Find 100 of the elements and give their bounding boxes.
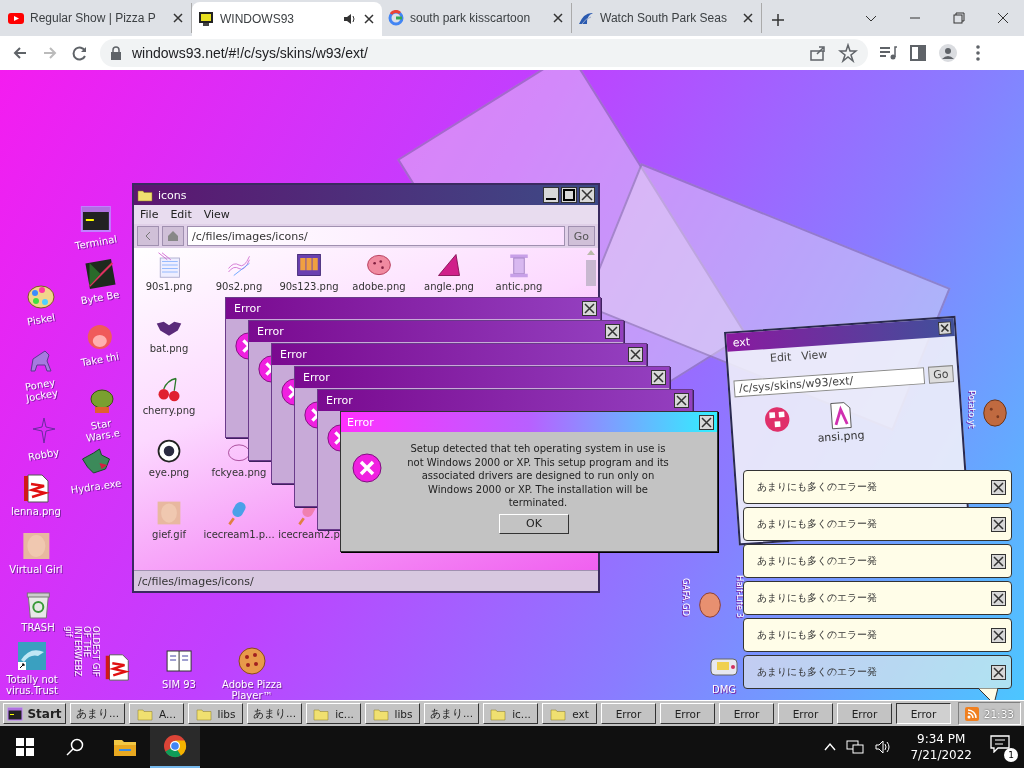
address-bar[interactable]: windows93.net/#!/c/sys/skins/w93/ext/ xyxy=(100,39,868,67)
taskbar-button[interactable]: Error xyxy=(837,703,892,724)
icon-label[interactable]: TRASH xyxy=(21,622,55,633)
close-icon[interactable] xyxy=(605,324,620,339)
scrollbar-thumb[interactable] xyxy=(586,260,596,286)
icon-label[interactable]: Robby xyxy=(27,446,61,463)
network-icon[interactable] xyxy=(846,739,865,755)
back-icon xyxy=(144,231,152,241)
file-name[interactable]: icecream1.p... xyxy=(203,529,275,540)
chrome-icon[interactable] xyxy=(163,734,187,758)
close-icon[interactable] xyxy=(674,393,689,408)
path-field[interactable]: /c/sys/skins/w93/ext/ xyxy=(733,367,925,398)
taskbar-button[interactable]: libs xyxy=(365,703,420,724)
menu-item[interactable]: View xyxy=(203,208,230,221)
file-name[interactable]: gief.gif xyxy=(152,529,186,540)
icon-label[interactable]: OLDEST GIF OF THE INTERWEBZ gif xyxy=(64,626,100,686)
icon-label[interactable]: Byte Be xyxy=(79,288,121,307)
clock: 21:33 xyxy=(983,707,1014,720)
taskbar-button[interactable]: Error xyxy=(896,703,951,724)
taskbar-button[interactable]: A... xyxy=(129,703,184,724)
file-name[interactable]: fckyea.png xyxy=(211,467,267,478)
icon-label[interactable]: Virtual Girl xyxy=(9,564,63,575)
browser-tab[interactable]: south park kisscartoon xyxy=(382,3,572,33)
close-icon[interactable] xyxy=(582,301,597,316)
close-icon[interactable] xyxy=(741,11,755,25)
taskbar-button[interactable]: libs xyxy=(188,703,243,724)
close-icon[interactable] xyxy=(699,414,714,430)
file-name[interactable]: antic.png xyxy=(495,281,543,292)
search-icon[interactable] xyxy=(66,738,84,756)
taskbar-button[interactable]: Error xyxy=(778,703,833,724)
restore-icon[interactable] xyxy=(952,11,966,25)
share-icon[interactable] xyxy=(808,43,828,63)
taskbar-button[interactable]: あまり... xyxy=(424,703,479,724)
taskbar-button[interactable]: Error xyxy=(601,703,656,724)
close-icon[interactable] xyxy=(991,664,1006,680)
clock[interactable]: 9:34 PM 7/21/2022 xyxy=(902,731,980,763)
close-icon[interactable] xyxy=(579,187,595,203)
icon-label[interactable]: SIM 93 xyxy=(162,679,196,690)
start-button[interactable]: Start xyxy=(3,703,66,724)
caret-icon[interactable] xyxy=(824,741,837,753)
taskbar-button[interactable]: Error xyxy=(660,703,715,724)
file-name[interactable]: 90s1.png xyxy=(145,281,193,292)
close-icon[interactable] xyxy=(171,11,185,25)
close-icon[interactable] xyxy=(991,627,1006,643)
browser-tab[interactable]: WINDOWS93 xyxy=(192,2,382,36)
taskbar-button[interactable]: ext xyxy=(542,703,597,724)
taskbar-button[interactable]: ic... xyxy=(483,703,538,724)
close-icon[interactable] xyxy=(991,479,1006,495)
profile-icon[interactable] xyxy=(938,43,958,63)
close-icon[interactable] xyxy=(651,370,666,385)
icon-label[interactable]: Piskel xyxy=(26,311,56,328)
close-icon[interactable] xyxy=(991,553,1006,569)
side-panel-icon[interactable] xyxy=(908,43,928,63)
maximize-icon[interactable] xyxy=(561,187,577,203)
icon-label[interactable]: Take thi xyxy=(80,350,120,369)
file-name[interactable]: 90s2.png xyxy=(215,281,263,292)
go-button[interactable]: Go xyxy=(567,226,595,246)
tiles-icon xyxy=(295,251,323,279)
plus-icon[interactable] xyxy=(770,12,786,28)
file-name[interactable]: bat.png xyxy=(149,343,189,354)
file-name[interactable]: cherry.png xyxy=(142,405,196,416)
computer-icon xyxy=(198,11,214,27)
taskbar-button[interactable]: ic... xyxy=(306,703,361,724)
icon-label[interactable]: Hydra.exe xyxy=(70,477,122,496)
close-icon[interactable] xyxy=(991,516,1006,532)
file-name[interactable]: adobe.png xyxy=(352,281,406,292)
star-icon[interactable] xyxy=(838,43,858,63)
icon-label[interactable]: lenna.png xyxy=(11,506,61,517)
close-icon[interactable] xyxy=(628,347,643,362)
browser-tab[interactable]: Regular Show | Pizza P xyxy=(2,3,192,33)
go-button[interactable]: Go xyxy=(927,365,955,384)
folder-icon[interactable] xyxy=(113,737,137,757)
close-icon[interactable] xyxy=(991,590,1006,606)
taskbar-button[interactable]: Error xyxy=(719,703,774,724)
file-name[interactable]: ansi.png xyxy=(817,428,865,445)
close-icon[interactable] xyxy=(937,320,952,335)
taskbar-button[interactable]: あまり... xyxy=(70,703,125,724)
icon-label[interactable]: Poney Jockey xyxy=(16,375,66,405)
menu-item[interactable]: Edit xyxy=(769,350,792,365)
file-name[interactable]: icecream2.p xyxy=(278,529,340,540)
file-name[interactable]: 90s123.png xyxy=(279,281,339,292)
minimize-icon[interactable] xyxy=(543,187,559,203)
volume-icon[interactable] xyxy=(874,739,893,755)
icon-label[interactable]: Star Wars.e xyxy=(77,415,127,445)
file-name[interactable]: angle.png xyxy=(424,281,474,292)
speaker-icon[interactable] xyxy=(342,12,356,26)
file-name[interactable]: eye.png xyxy=(148,467,190,478)
close-icon[interactable] xyxy=(551,11,565,25)
taskbar-button[interactable]: あまり... xyxy=(247,703,302,724)
menu-item[interactable]: File xyxy=(140,208,159,221)
menu-item[interactable]: View xyxy=(800,347,828,363)
icon-label[interactable]: Terminal xyxy=(74,233,118,252)
menu-item[interactable]: Edit xyxy=(170,208,192,221)
icon-label[interactable]: Totally not virus.Trust xyxy=(2,674,62,696)
path-field[interactable]: /c/files/images/icons/ xyxy=(187,226,565,246)
rss-icon[interactable] xyxy=(964,706,979,721)
browser-tab[interactable]: Watch South Park Seas xyxy=(572,3,762,33)
ok-button[interactable]: OK xyxy=(499,513,569,534)
close-icon[interactable] xyxy=(362,12,376,26)
close-icon[interactable] xyxy=(996,11,1010,25)
